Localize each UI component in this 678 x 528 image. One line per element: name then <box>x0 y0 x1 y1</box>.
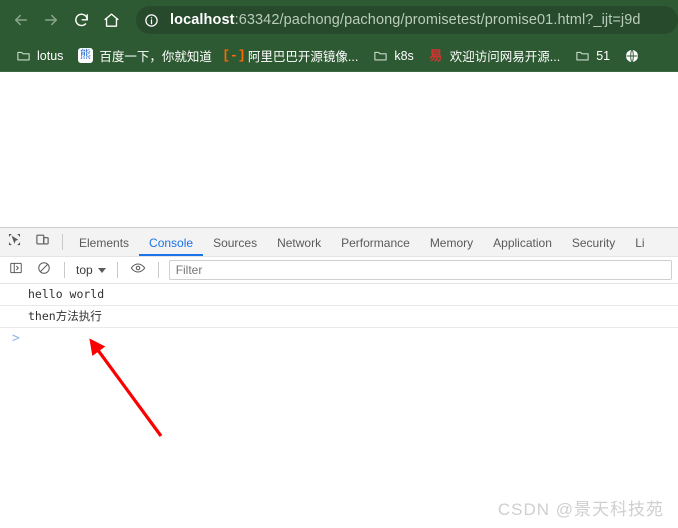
reload-icon <box>73 12 90 29</box>
bookmark-label: 欢迎访问网易开源... <box>449 50 561 64</box>
console-toolbar-divider-2 <box>116 262 118 278</box>
tab-lighthouse[interactable]: Li <box>625 229 654 256</box>
bookmark-alibaba-mirror[interactable]: [-] 阿里巴巴开源镜像... <box>219 44 365 68</box>
console-toolbar-divider <box>64 262 65 278</box>
forward-button[interactable] <box>36 6 66 34</box>
url-host: localhost <box>170 12 235 28</box>
address-bar[interactable]: localhost:63342/pachong/pachong/promiset… <box>136 6 678 34</box>
folder-icon <box>574 48 590 64</box>
back-arrow-icon <box>12 11 30 29</box>
toolbar-divider <box>62 234 63 250</box>
reload-button[interactable] <box>66 6 96 34</box>
browser-window: localhost:63342/pachong/pachong/promiset… <box>0 0 678 528</box>
csdn-watermark: CSDN @景天科技苑 <box>497 500 664 519</box>
live-expression-button[interactable] <box>124 257 152 283</box>
bookmark-label: 阿里巴巴开源镜像... <box>247 50 359 64</box>
console-filter-input[interactable]: Filter <box>168 260 672 280</box>
home-icon <box>103 12 120 29</box>
bookmarks-bar: lotus 熊 百度一下，你就知道 [-] 阿里巴巴开源镜像... k8s 易 … <box>0 40 678 72</box>
page-viewport <box>0 72 678 227</box>
bookmark-label: 51 <box>596 48 611 63</box>
bookmark-51[interactable]: 51 <box>567 44 617 68</box>
console-toolbar-divider-3 <box>157 262 159 278</box>
back-button[interactable] <box>6 6 36 34</box>
bookmark-baidu[interactable]: 熊 百度一下，你就知道 <box>70 44 219 68</box>
bookmark-lotus[interactable]: lotus <box>8 44 70 68</box>
prompt-chevron-icon: > <box>12 331 20 346</box>
tab-console[interactable]: Console <box>139 229 204 256</box>
site-info-icon[interactable] <box>136 13 166 28</box>
inspect-element-icon <box>7 232 22 252</box>
globe-icon <box>624 48 640 64</box>
tab-network[interactable]: Network <box>267 229 331 256</box>
alibaba-icon: [-] <box>222 48 246 63</box>
console-sidebar-button[interactable] <box>2 257 30 283</box>
execution-context-selector[interactable]: top <box>71 260 111 280</box>
chevron-down-icon <box>97 267 106 273</box>
bookmark-label: k8s <box>394 48 414 63</box>
live-expression-eye-icon <box>130 260 146 281</box>
console-message: hello world <box>0 284 678 306</box>
browser-toolbar: localhost:63342/pachong/pachong/promiset… <box>0 0 678 40</box>
tab-security[interactable]: Security <box>562 229 625 256</box>
bookmark-label: 百度一下，你就知道 <box>99 50 212 64</box>
devtools-tabbar: Elements Console Sources Network Perform… <box>0 228 678 257</box>
bookmark-netease-opensource[interactable]: 易 欢迎访问网易开源... <box>421 44 567 68</box>
inspect-element-button[interactable] <box>0 229 28 255</box>
browser-chrome: localhost:63342/pachong/pachong/promiset… <box>0 0 678 72</box>
tab-sources[interactable]: Sources <box>203 229 267 256</box>
bookmark-label: lotus <box>37 48 64 63</box>
netease-icon: 易 <box>429 48 443 63</box>
bookmark-k8s[interactable]: k8s <box>365 44 420 68</box>
home-button[interactable] <box>96 6 126 34</box>
baidu-icon: 熊 <box>77 48 93 63</box>
device-toolbar-button[interactable] <box>28 229 56 255</box>
console-input-prompt[interactable]: > <box>0 328 678 350</box>
tab-performance[interactable]: Performance <box>331 229 420 256</box>
tab-application[interactable]: Application <box>483 229 562 256</box>
folder-icon <box>15 48 31 64</box>
execution-context-label: top <box>76 263 93 277</box>
console-toolbar: top Filter <box>0 257 678 284</box>
devtools-panel: Elements Console Sources Network Perform… <box>0 227 678 528</box>
console-sidebar-icon <box>9 261 23 280</box>
console-message: then方法执行 <box>0 306 678 328</box>
folder-icon <box>372 48 388 64</box>
device-toolbar-icon <box>35 232 50 252</box>
forward-arrow-icon <box>42 11 60 29</box>
bookmark-globe[interactable] <box>617 44 647 68</box>
clear-console-button[interactable] <box>30 257 58 283</box>
console-output: hello world then方法执行 > <box>0 284 678 528</box>
url-path: :63342/pachong/pachong/promisetest/promi… <box>234 12 641 28</box>
tab-elements[interactable]: Elements <box>69 229 139 256</box>
tab-memory[interactable]: Memory <box>420 229 483 256</box>
address-bar-text: localhost:63342/pachong/pachong/promiset… <box>166 12 641 28</box>
clear-console-icon <box>37 261 51 280</box>
